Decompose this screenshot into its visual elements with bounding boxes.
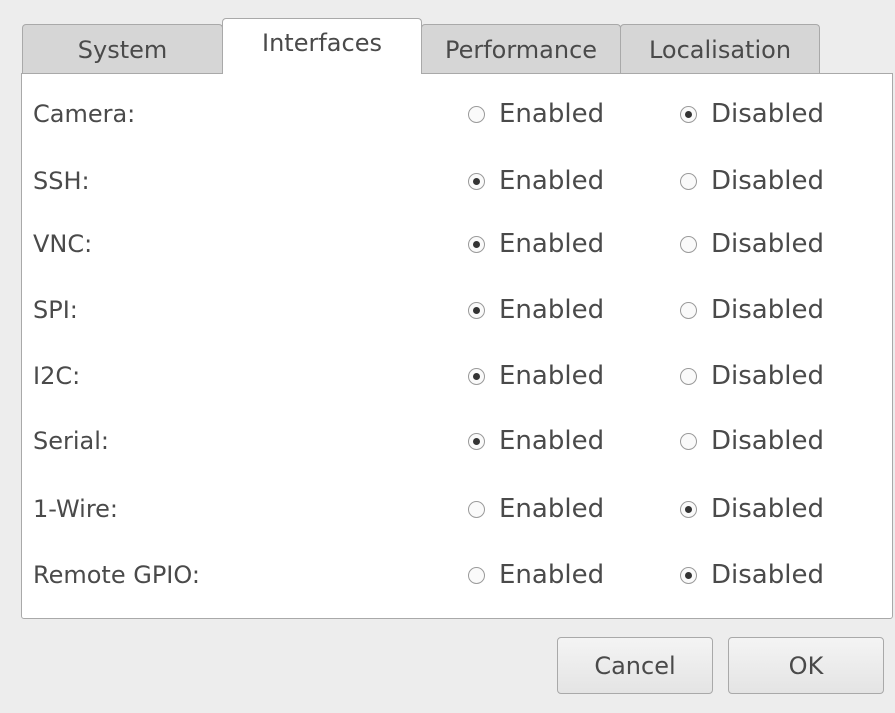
row-remote-gpio: Remote GPIO: Enabled Disabled: [22, 555, 892, 595]
radio-icon: [680, 235, 697, 253]
option-label: Enabled: [499, 166, 605, 196]
camera-enabled-radio[interactable]: Enabled: [468, 94, 604, 134]
option-label: Enabled: [499, 361, 605, 391]
camera-disabled-radio[interactable]: Disabled: [680, 94, 824, 134]
row-spi: SPI: Enabled Disabled: [22, 290, 892, 330]
radio-selected-icon: [468, 172, 485, 190]
row-label: Camera:: [33, 100, 136, 128]
cancel-button[interactable]: Cancel: [557, 637, 713, 694]
option-label: Enabled: [499, 494, 605, 524]
vnc-enabled-radio[interactable]: Enabled: [468, 224, 604, 264]
1-wire-enabled-radio[interactable]: Enabled: [468, 489, 604, 529]
option-label: Enabled: [499, 426, 605, 456]
radio-icon: [680, 432, 697, 450]
ssh-enabled-radio[interactable]: Enabled: [468, 161, 604, 201]
interfaces-panel: Camera: Enabled Disabled SSH: Enabled Di…: [21, 73, 893, 619]
radio-selected-icon: [680, 105, 697, 123]
row-label: SSH:: [33, 167, 90, 195]
vnc-disabled-radio[interactable]: Disabled: [680, 224, 824, 264]
option-label: Enabled: [499, 560, 605, 590]
tab-localisation[interactable]: Localisation: [620, 24, 820, 74]
spi-enabled-radio[interactable]: Enabled: [468, 290, 604, 330]
radio-selected-icon: [468, 367, 485, 385]
radio-icon: [680, 172, 697, 190]
row-i2c: I2C: Enabled Disabled: [22, 356, 892, 396]
option-label: Enabled: [499, 99, 605, 129]
remote-gpio-enabled-radio[interactable]: Enabled: [468, 555, 604, 595]
option-label: Disabled: [711, 166, 824, 196]
option-label: Disabled: [711, 229, 824, 259]
radio-selected-icon: [468, 301, 485, 319]
radio-icon: [680, 367, 697, 385]
row-1-wire: 1-Wire: Enabled Disabled: [22, 489, 892, 529]
row-label: Serial:: [33, 427, 109, 455]
option-label: Enabled: [499, 295, 605, 325]
option-label: Disabled: [711, 295, 824, 325]
ok-button[interactable]: OK: [728, 637, 884, 694]
row-vnc: VNC: Enabled Disabled: [22, 224, 892, 264]
option-label: Disabled: [711, 426, 824, 456]
i2c-enabled-radio[interactable]: Enabled: [468, 356, 604, 396]
radio-icon: [680, 301, 697, 319]
tab-performance[interactable]: Performance: [421, 24, 621, 74]
option-label: Disabled: [711, 99, 824, 129]
tab-bar: System Interfaces Performance Localisati…: [22, 18, 820, 74]
row-label: Remote GPIO:: [33, 561, 200, 589]
tab-system[interactable]: System: [22, 24, 223, 74]
row-label: VNC:: [33, 230, 93, 258]
1-wire-disabled-radio[interactable]: Disabled: [680, 489, 824, 529]
option-label: Disabled: [711, 494, 824, 524]
row-label: SPI:: [33, 296, 78, 324]
ssh-disabled-radio[interactable]: Disabled: [680, 161, 824, 201]
remote-gpio-disabled-radio[interactable]: Disabled: [680, 555, 824, 595]
radio-icon: [468, 500, 485, 518]
row-label: I2C:: [33, 362, 81, 390]
serial-disabled-radio[interactable]: Disabled: [680, 421, 824, 461]
radio-selected-icon: [680, 500, 697, 518]
serial-enabled-radio[interactable]: Enabled: [468, 421, 604, 461]
option-label: Disabled: [711, 560, 824, 590]
radio-selected-icon: [468, 432, 485, 450]
radio-icon: [468, 105, 485, 123]
option-label: Disabled: [711, 361, 824, 391]
row-serial: Serial: Enabled Disabled: [22, 421, 892, 461]
radio-selected-icon: [468, 235, 485, 253]
radio-icon: [468, 566, 485, 584]
tab-interfaces[interactable]: Interfaces: [222, 18, 422, 74]
radio-selected-icon: [680, 566, 697, 584]
spi-disabled-radio[interactable]: Disabled: [680, 290, 824, 330]
row-camera: Camera: Enabled Disabled: [22, 94, 892, 134]
i2c-disabled-radio[interactable]: Disabled: [680, 356, 824, 396]
row-ssh: SSH: Enabled Disabled: [22, 161, 892, 201]
option-label: Enabled: [499, 229, 605, 259]
row-label: 1-Wire:: [33, 495, 119, 523]
